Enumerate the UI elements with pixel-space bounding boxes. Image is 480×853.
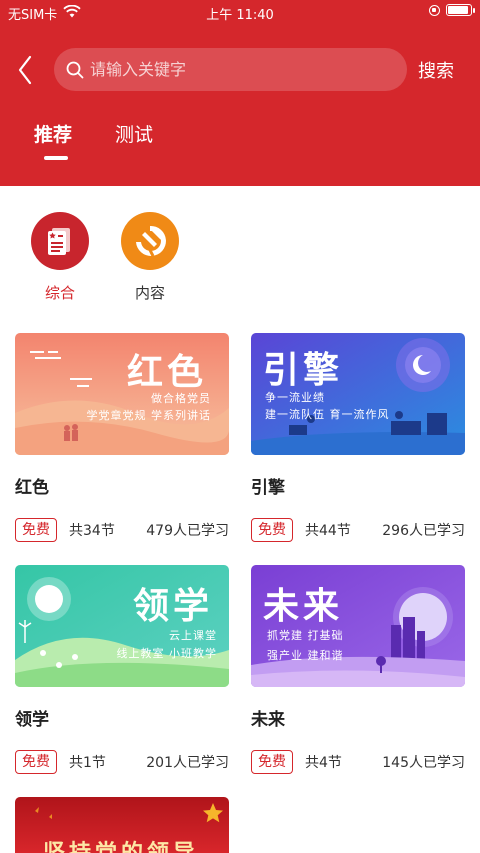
course-banner: 红色 做合格党员 学党章党规 学系列讲话 [15, 333, 229, 455]
category-content[interactable]: 内容 [112, 208, 188, 303]
status-bar: 无SIM卡 上午 11:40 [0, 0, 480, 26]
status-time: 上午 11:40 [206, 8, 274, 23]
course-meta: 免费 共1节 201人已学习 [15, 750, 229, 774]
tab-bar: 推荐 测试 [0, 120, 480, 164]
lesson-count: 共34节 [69, 523, 115, 539]
free-badge: 免费 [251, 518, 293, 542]
course-banner: 未来 抓党建 打基础 强产业 建和谐 [251, 565, 465, 687]
header-bar: 无SIM卡 上午 11:40 搜索 推荐 测试 [0, 0, 480, 186]
banner-title: 坚持党的领导 [43, 840, 200, 853]
search-bar[interactable] [54, 48, 407, 91]
free-badge: 免费 [15, 750, 57, 774]
banner-title: 引擎 [263, 349, 344, 391]
learner-count: 479人已学习 [146, 523, 229, 539]
search-button[interactable]: 搜索 [418, 57, 454, 83]
banner-line: 云上课堂 [169, 629, 217, 642]
tab-test[interactable]: 测试 [115, 120, 153, 147]
banner-line: 线上教室 小班教学 [116, 647, 217, 660]
lesson-count: 共44节 [305, 523, 351, 539]
learner-count: 296人已学习 [382, 523, 465, 539]
course-meta: 免费 共4节 145人已学习 [251, 750, 465, 774]
party-emblem-icon [121, 212, 179, 270]
course-card-party-leadership[interactable]: 坚持党的领导 [15, 797, 229, 853]
course-title: 引擎 [251, 478, 285, 498]
tab-recommended[interactable]: 推荐 [34, 120, 72, 147]
chevron-left-icon [18, 55, 32, 85]
course-card-red[interactable]: 红色 做合格党员 学党章党规 学系列讲话 红色 免费 共34节 479人已学习 [15, 333, 229, 542]
course-meta: 免费 共34节 479人已学习 [15, 518, 229, 542]
learner-count: 201人已学习 [146, 755, 229, 771]
free-badge: 免费 [251, 750, 293, 774]
banner-line: 学党章党规 学系列讲话 [86, 409, 211, 422]
course-card-future[interactable]: 未来 抓党建 打基础 强产业 建和谐 未来 免费 共4节 145人已学习 [251, 565, 465, 774]
course-banner: 坚持党的领导 [15, 797, 229, 853]
lesson-count: 共4节 [305, 755, 342, 771]
banner-line: 做合格党员 [151, 392, 211, 405]
learner-count: 145人已学习 [382, 755, 465, 771]
course-meta: 免费 共44节 296人已学习 [251, 518, 465, 542]
banner-line: 建一流队伍 育一流作风 [265, 408, 390, 421]
search-icon [66, 61, 84, 78]
free-badge: 免费 [15, 518, 57, 542]
category-label: 内容 [134, 284, 165, 302]
banner-title: 未来 [263, 585, 344, 627]
battery-icon [446, 4, 475, 16]
rotation-lock-icon [429, 4, 440, 16]
course-banner: 引擎 争一流业绩 建一流队伍 育一流作风 [251, 333, 465, 455]
search-input[interactable] [90, 60, 380, 79]
course-banner: 领学 云上课堂 线上教室 小班教学 [15, 565, 229, 687]
category-general[interactable]: 综合 [22, 208, 98, 303]
back-button[interactable] [10, 52, 40, 88]
lesson-count: 共1节 [69, 755, 106, 771]
course-title: 红色 [15, 478, 49, 498]
banner-line: 强产业 建和谐 [267, 649, 344, 662]
banner-title: 红色 [127, 351, 208, 393]
active-tab-indicator [44, 156, 68, 160]
course-card-lead[interactable]: 领学 云上课堂 线上教室 小班教学 领学 免费 共1节 201人已学习 [15, 565, 229, 774]
news-document-icon [31, 212, 89, 270]
course-title: 未来 [251, 710, 285, 730]
banner-title: 领学 [133, 585, 214, 627]
course-title: 领学 [15, 710, 49, 730]
category-label: 综合 [44, 284, 75, 302]
banner-line: 抓党建 打基础 [267, 629, 344, 642]
category-row: 综合 内容 [0, 208, 480, 308]
course-card-engine[interactable]: 引擎 争一流业绩 建一流队伍 育一流作风 引擎 免费 共44节 296人已学习 [251, 333, 465, 542]
banner-line: 争一流业绩 [265, 391, 325, 404]
